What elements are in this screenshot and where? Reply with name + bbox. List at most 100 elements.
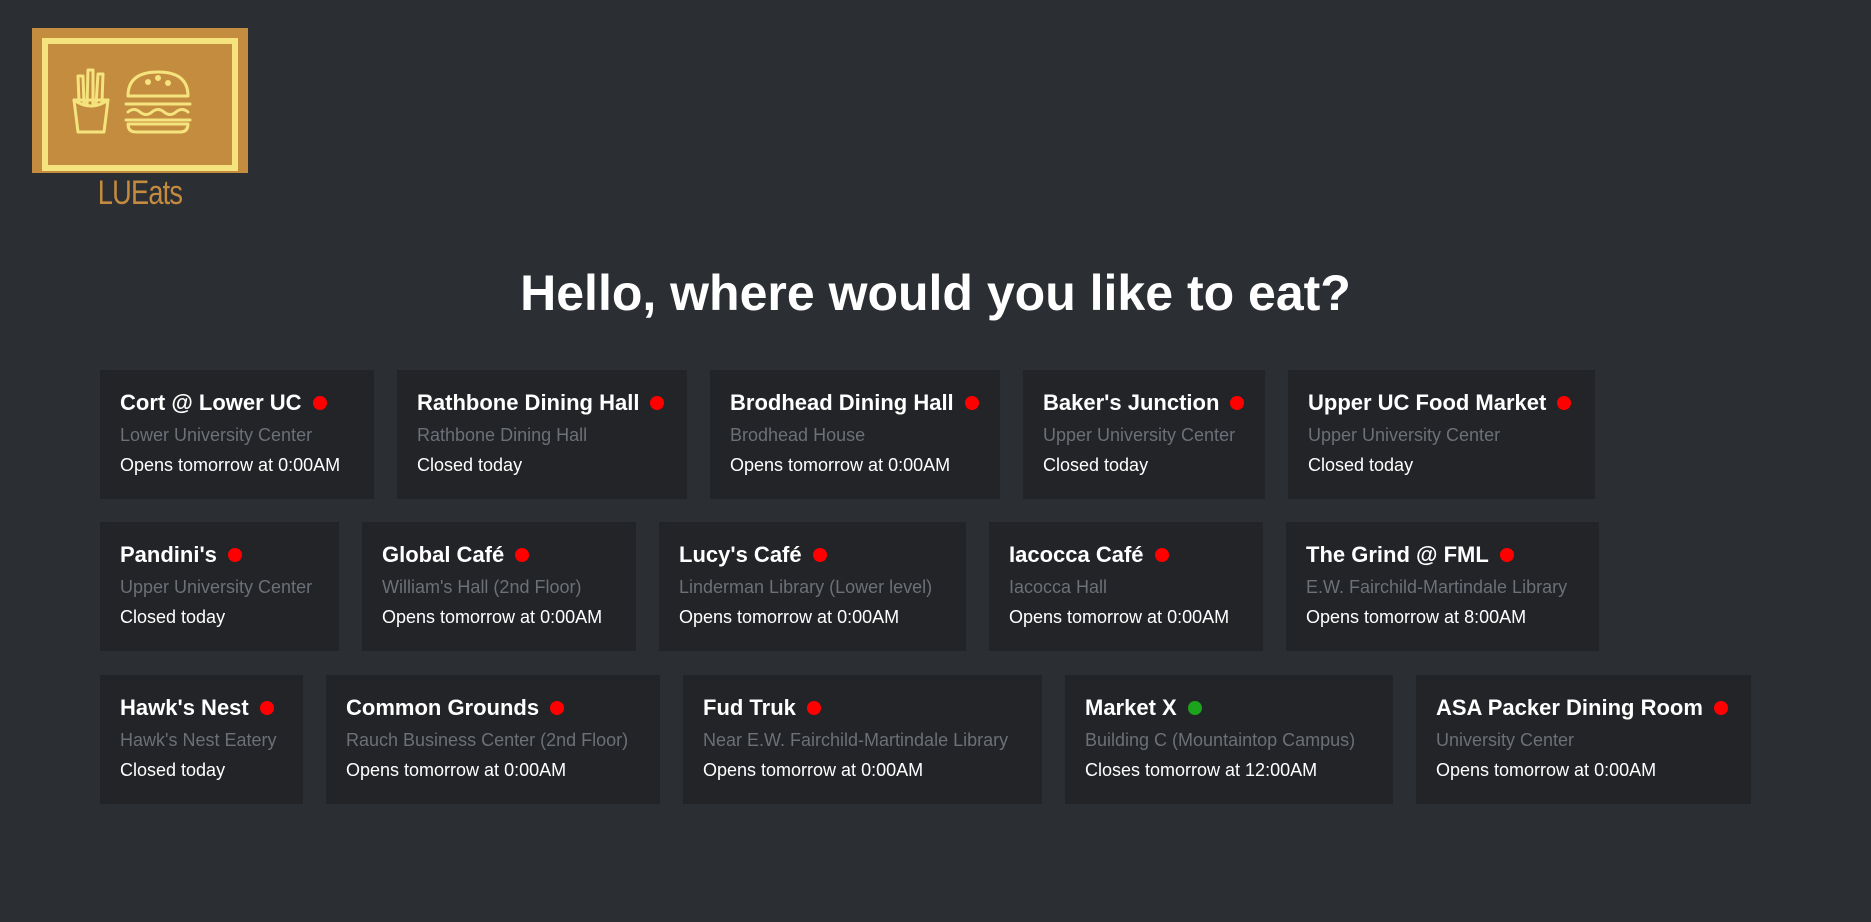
- dining-name: Global Café: [382, 542, 505, 567]
- dining-card-market-x[interactable]: Market X Building C (Mountaintop Campus)…: [1065, 675, 1393, 804]
- dining-hours: Opens tomorrow at 0:00AM: [703, 760, 924, 780]
- card-title-row: Hawk's Nest: [120, 693, 283, 723]
- logo-text: LUEats: [97, 174, 183, 212]
- dining-hours: Closes tomorrow at 12:00AM: [1085, 760, 1318, 780]
- dining-location: Rathbone Dining Hall: [417, 425, 588, 445]
- dining-card-cort-lower-uc[interactable]: Cort @ Lower UC Lower University Center …: [100, 370, 374, 499]
- dining-hours: Opens tomorrow at 0:00AM: [1009, 607, 1230, 627]
- dining-name: Hawk's Nest: [120, 695, 249, 720]
- dining-row-3: Hawk's Nest Hawk's Nest Eatery Closed to…: [100, 675, 1751, 804]
- status-dot: [1499, 548, 1514, 562]
- dining-hours: Closed today: [1308, 455, 1414, 475]
- dining-hours: Closed today: [417, 455, 523, 475]
- status-dot: [515, 548, 530, 562]
- dining-card-upper-uc-food-market[interactable]: Upper UC Food Market Upper University Ce…: [1288, 370, 1595, 499]
- dining-name: Iacocca Café: [1009, 542, 1144, 567]
- status-dot: [964, 396, 979, 410]
- dining-location: Lower University Center: [120, 425, 313, 445]
- fries-icon: [72, 68, 110, 134]
- card-title-row: Iacocca Café: [1009, 540, 1243, 570]
- dining-hours: Opens tomorrow at 0:00AM: [679, 607, 900, 627]
- dining-card-the-grind-fml[interactable]: The Grind @ FML E.W. Fairchild-Martindal…: [1286, 522, 1599, 651]
- dining-location: E.W. Fairchild-Martindale Library: [1306, 577, 1568, 597]
- dining-name: Rathbone Dining Hall: [417, 390, 640, 415]
- card-title-row: Brodhead Dining Hall: [730, 388, 980, 418]
- burger-icon: [124, 70, 192, 134]
- page-title: Hello, where would you like to eat?: [520, 265, 1351, 321]
- dining-card-rathbone[interactable]: Rathbone Dining Hall Rathbone Dining Hal…: [397, 370, 687, 499]
- dining-location: Rauch Business Center (2nd Floor): [346, 730, 629, 750]
- dining-location: William's Hall (2nd Floor): [382, 577, 582, 597]
- dining-location: Brodhead House: [730, 425, 866, 445]
- dining-hours: Closed today: [1043, 455, 1149, 475]
- card-title-row: The Grind @ FML: [1306, 540, 1579, 570]
- dining-location: Near E.W. Fairchild-Martindale Library: [703, 730, 1009, 750]
- dining-card-pandinis[interactable]: Pandini's Upper University Center Closed…: [100, 522, 339, 651]
- dining-location: Upper University Center: [1043, 425, 1236, 445]
- dining-name: Lucy's Café: [679, 542, 802, 567]
- card-title-row: Rathbone Dining Hall: [417, 388, 667, 418]
- dining-name: Common Grounds: [346, 695, 540, 720]
- dining-name: ASA Packer Dining Room: [1436, 695, 1703, 720]
- dining-name: Upper UC Food Market: [1308, 390, 1547, 415]
- card-title-row: Pandini's: [120, 540, 319, 570]
- dining-name: Pandini's: [120, 542, 217, 567]
- dining-card-hawks-nest[interactable]: Hawk's Nest Hawk's Nest Eatery Closed to…: [100, 675, 303, 804]
- status-dot: [1713, 701, 1728, 715]
- dining-card-bakers-junction[interactable]: Baker's Junction Upper University Center…: [1023, 370, 1265, 499]
- status-dot: [312, 396, 327, 410]
- card-title-row: Baker's Junction: [1043, 388, 1245, 418]
- dining-hours: Opens tomorrow at 0:00AM: [382, 607, 603, 627]
- status-dot: [227, 548, 242, 562]
- dining-card-common-grounds[interactable]: Common Grounds Rauch Business Center (2n…: [326, 675, 660, 804]
- card-title-row: Market X: [1085, 693, 1373, 723]
- dining-location: Building C (Mountaintop Campus): [1085, 730, 1356, 750]
- card-title-row: Cort @ Lower UC: [120, 388, 354, 418]
- status-dot: [1557, 396, 1572, 410]
- card-title-row: Lucy's Café: [679, 540, 946, 570]
- card-title-row: Common Grounds: [346, 693, 640, 723]
- dining-card-brodhead[interactable]: Brodhead Dining Hall Brodhead House Open…: [710, 370, 1000, 499]
- dining-hours: Closed today: [120, 760, 226, 780]
- status-dot: [259, 701, 274, 715]
- dining-card-lucys-cafe[interactable]: Lucy's Café Linderman Library (Lower lev…: [659, 522, 966, 651]
- status-dot: [650, 396, 665, 410]
- dining-location: Upper University Center: [120, 577, 313, 597]
- dining-name: Baker's Junction: [1043, 390, 1220, 415]
- dining-name: Market X: [1085, 695, 1177, 720]
- dining-name: Cort @ Lower UC: [120, 390, 302, 415]
- status-dot: [1154, 548, 1169, 562]
- dining-location: University Center: [1436, 730, 1575, 750]
- dining-row-2: Pandini's Upper University Center Closed…: [100, 522, 1599, 651]
- card-title-row: ASA Packer Dining Room: [1436, 693, 1731, 723]
- dining-location: Hawk's Nest Eatery: [120, 730, 277, 750]
- dining-name: Fud Truk: [703, 695, 796, 720]
- dining-card-global-cafe[interactable]: Global Café William's Hall (2nd Floor) O…: [362, 522, 636, 651]
- dining-row-1: Cort @ Lower UC Lower University Center …: [100, 370, 1595, 499]
- dining-hours: Opens tomorrow at 0:00AM: [1436, 760, 1657, 780]
- status-dot: [550, 701, 565, 715]
- dining-hours: Opens tomorrow at 0:00AM: [346, 760, 567, 780]
- dining-location: Linderman Library (Lower level): [679, 577, 933, 597]
- status-dot: [812, 548, 827, 562]
- card-title-row: Global Café: [382, 540, 616, 570]
- logo-box: [32, 28, 248, 173]
- dining-hours: Closed today: [120, 607, 226, 627]
- dining-hours: Opens tomorrow at 8:00AM: [1306, 607, 1527, 627]
- dining-card-iacocca-cafe[interactable]: Iacocca Café Iacocca Hall Opens tomorrow…: [989, 522, 1263, 651]
- dining-name: Brodhead Dining Hall: [730, 390, 954, 415]
- dining-card-asa-packer[interactable]: ASA Packer Dining Room University Center…: [1416, 675, 1751, 804]
- dining-location: Upper University Center: [1308, 425, 1501, 445]
- dining-name: The Grind @ FML: [1306, 542, 1489, 567]
- logo-link[interactable]: LUEats: [32, 28, 248, 218]
- status-dot: [1187, 701, 1202, 715]
- dining-hours: Opens tomorrow at 0:00AM: [730, 455, 951, 475]
- status-dot: [806, 701, 821, 715]
- card-title-row: Fud Truk: [703, 693, 1022, 723]
- dining-card-fud-truk[interactable]: Fud Truk Near E.W. Fairchild-Martindale …: [683, 675, 1042, 804]
- dining-hours: Opens tomorrow at 0:00AM: [120, 455, 341, 475]
- card-title-row: Upper UC Food Market: [1308, 388, 1575, 418]
- logo-icons: [72, 68, 192, 134]
- status-dot: [1230, 396, 1245, 410]
- dining-location: Iacocca Hall: [1009, 577, 1108, 597]
